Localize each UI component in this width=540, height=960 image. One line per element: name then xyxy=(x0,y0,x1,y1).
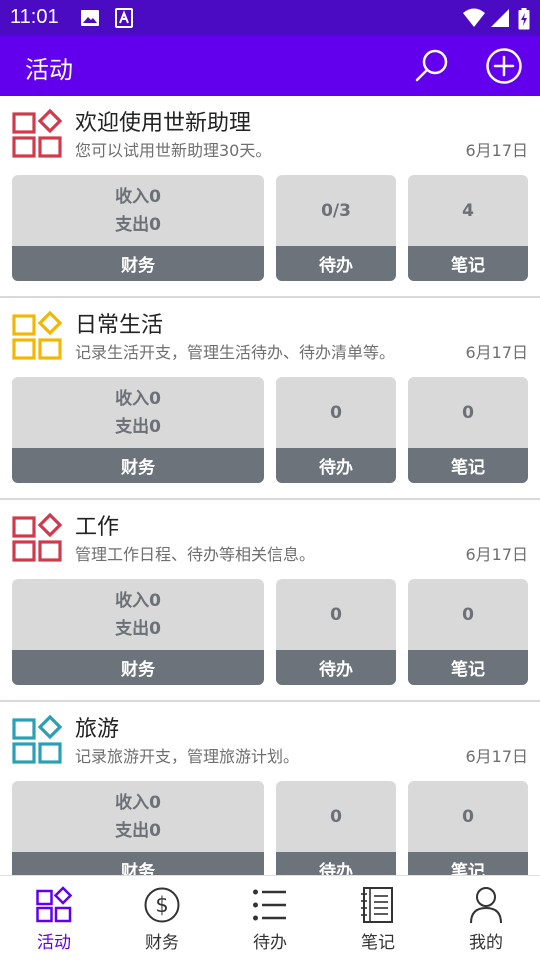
todo-count: 0 xyxy=(330,806,342,827)
todo-tile-label: 待办 xyxy=(276,852,396,875)
notes-tile[interactable]: 0 笔记 xyxy=(408,377,528,483)
status-time: 11:01 xyxy=(10,6,59,28)
activity-name: 工作 xyxy=(75,515,120,540)
todo-count: 0 xyxy=(330,604,342,625)
nav-item-profile[interactable]: 我的 xyxy=(432,876,540,960)
nav-item-finance[interactable]: $ 财务 xyxy=(108,876,216,960)
battery-charging-icon xyxy=(518,8,530,34)
todo-tile-label: 待办 xyxy=(276,246,396,281)
activity-date: 6月17日 xyxy=(465,545,528,564)
activity-category-icon xyxy=(12,512,63,562)
nav-item-todo[interactable]: 待办 xyxy=(216,876,324,960)
activity-card[interactable]: 旅游 记录旅游开支，管理旅游计划。 6月17日 收入0 支出0 财务 0 待办 0… xyxy=(0,702,540,875)
page-title: 活动 xyxy=(25,56,73,84)
expense-value: 支出0 xyxy=(115,214,161,235)
status-bar: 11:01 xyxy=(0,0,540,36)
accessibility-notification-icon xyxy=(114,8,134,32)
income-value: 收入0 xyxy=(115,388,161,409)
wifi-icon xyxy=(462,8,486,32)
app-bar: 活动 xyxy=(0,36,540,96)
todo-tile[interactable]: 0 待办 xyxy=(276,781,396,875)
income-value: 收入0 xyxy=(115,590,161,611)
nav-label: 笔记 xyxy=(361,933,395,953)
expense-value: 支出0 xyxy=(115,820,161,841)
finance-tile[interactable]: 收入0 支出0 财务 xyxy=(12,579,264,685)
cell-signal-icon xyxy=(490,8,510,32)
expense-value: 支出0 xyxy=(115,618,161,639)
activity-list[interactable]: 欢迎使用世新助理 您可以试用世新助理30天。 6月17日 收入0 支出0 财务 0… xyxy=(0,96,540,875)
todo-count: 0/3 xyxy=(321,200,351,221)
income-value: 收入0 xyxy=(115,186,161,207)
activity-description: 记录旅游开支，管理旅游计划。 xyxy=(75,747,300,766)
list-icon xyxy=(253,889,286,921)
notes-tile-label: 笔记 xyxy=(408,852,528,875)
bottom-navigation: 活动 $ 财务 待办 笔记 我的 xyxy=(0,875,540,960)
add-circle-icon xyxy=(486,48,522,84)
todo-tile[interactable]: 0 待办 xyxy=(276,579,396,685)
finance-tile-label: 财务 xyxy=(12,650,264,685)
notes-tile-label: 笔记 xyxy=(408,246,528,281)
activity-name: 欢迎使用世新助理 xyxy=(75,111,252,136)
add-activity-button[interactable] xyxy=(484,46,524,86)
nav-item-activity[interactable]: 活动 xyxy=(0,876,108,960)
activity-card[interactable]: 工作 管理工作日程、待办等相关信息。 6月17日 收入0 支出0 财务 0 待办 … xyxy=(0,500,540,702)
activity-date: 6月17日 xyxy=(465,343,528,362)
activity-description: 管理工作日程、待办等相关信息。 xyxy=(75,545,316,564)
notes-tile-label: 笔记 xyxy=(408,650,528,685)
nav-label: 我的 xyxy=(469,933,503,953)
finance-tile-label: 财务 xyxy=(12,448,264,483)
finance-tile[interactable]: 收入0 支出0 财务 xyxy=(12,781,264,875)
todo-count: 0 xyxy=(330,402,342,423)
finance-tile-label: 财务 xyxy=(12,852,264,875)
notes-tile[interactable]: 0 笔记 xyxy=(408,579,528,685)
nav-label: 活动 xyxy=(37,933,71,953)
notes-tile[interactable]: 0 笔记 xyxy=(408,781,528,875)
activity-name: 旅游 xyxy=(75,717,120,742)
expense-value: 支出0 xyxy=(115,416,161,437)
activity-category-icon xyxy=(12,310,63,360)
notebook-icon xyxy=(361,887,393,923)
notes-count: 4 xyxy=(462,200,474,221)
todo-tile[interactable]: 0/3 待办 xyxy=(276,175,396,281)
notes-count: 0 xyxy=(462,402,474,423)
finance-tile[interactable]: 收入0 支出0 财务 xyxy=(12,175,264,281)
search-icon xyxy=(415,49,448,82)
todo-tile-label: 待办 xyxy=(276,650,396,685)
image-icon xyxy=(80,8,100,32)
activity-description: 记录生活开支，管理生活待办、待办清单等。 xyxy=(75,343,396,362)
person-icon xyxy=(470,887,502,924)
activity-icon xyxy=(36,886,72,923)
activity-name: 日常生活 xyxy=(75,313,164,338)
notes-count: 0 xyxy=(462,806,474,827)
dollar-icon: $ xyxy=(144,887,180,923)
notes-tile-label: 笔记 xyxy=(408,448,528,483)
finance-tile-label: 财务 xyxy=(12,246,264,281)
nav-label: 财务 xyxy=(145,933,179,953)
todo-tile[interactable]: 0 待办 xyxy=(276,377,396,483)
nav-label: 待办 xyxy=(253,933,287,953)
svg-text:$: $ xyxy=(155,893,168,917)
finance-tile[interactable]: 收入0 支出0 财务 xyxy=(12,377,264,483)
activity-description: 您可以试用世新助理30天。 xyxy=(75,141,272,160)
activity-date: 6月17日 xyxy=(465,747,528,766)
activity-category-icon xyxy=(12,714,63,764)
activity-card[interactable]: 欢迎使用世新助理 您可以试用世新助理30天。 6月17日 收入0 支出0 财务 0… xyxy=(0,96,540,298)
todo-tile-label: 待办 xyxy=(276,448,396,483)
activity-date: 6月17日 xyxy=(465,141,528,160)
activity-card[interactable]: 日常生活 记录生活开支，管理生活待办、待办清单等。 6月17日 收入0 支出0 财… xyxy=(0,298,540,500)
nav-item-notes[interactable]: 笔记 xyxy=(324,876,432,960)
notes-tile[interactable]: 4 笔记 xyxy=(408,175,528,281)
notes-count: 0 xyxy=(462,604,474,625)
search-button[interactable] xyxy=(412,46,452,86)
income-value: 收入0 xyxy=(115,792,161,813)
activity-category-icon xyxy=(12,108,63,158)
